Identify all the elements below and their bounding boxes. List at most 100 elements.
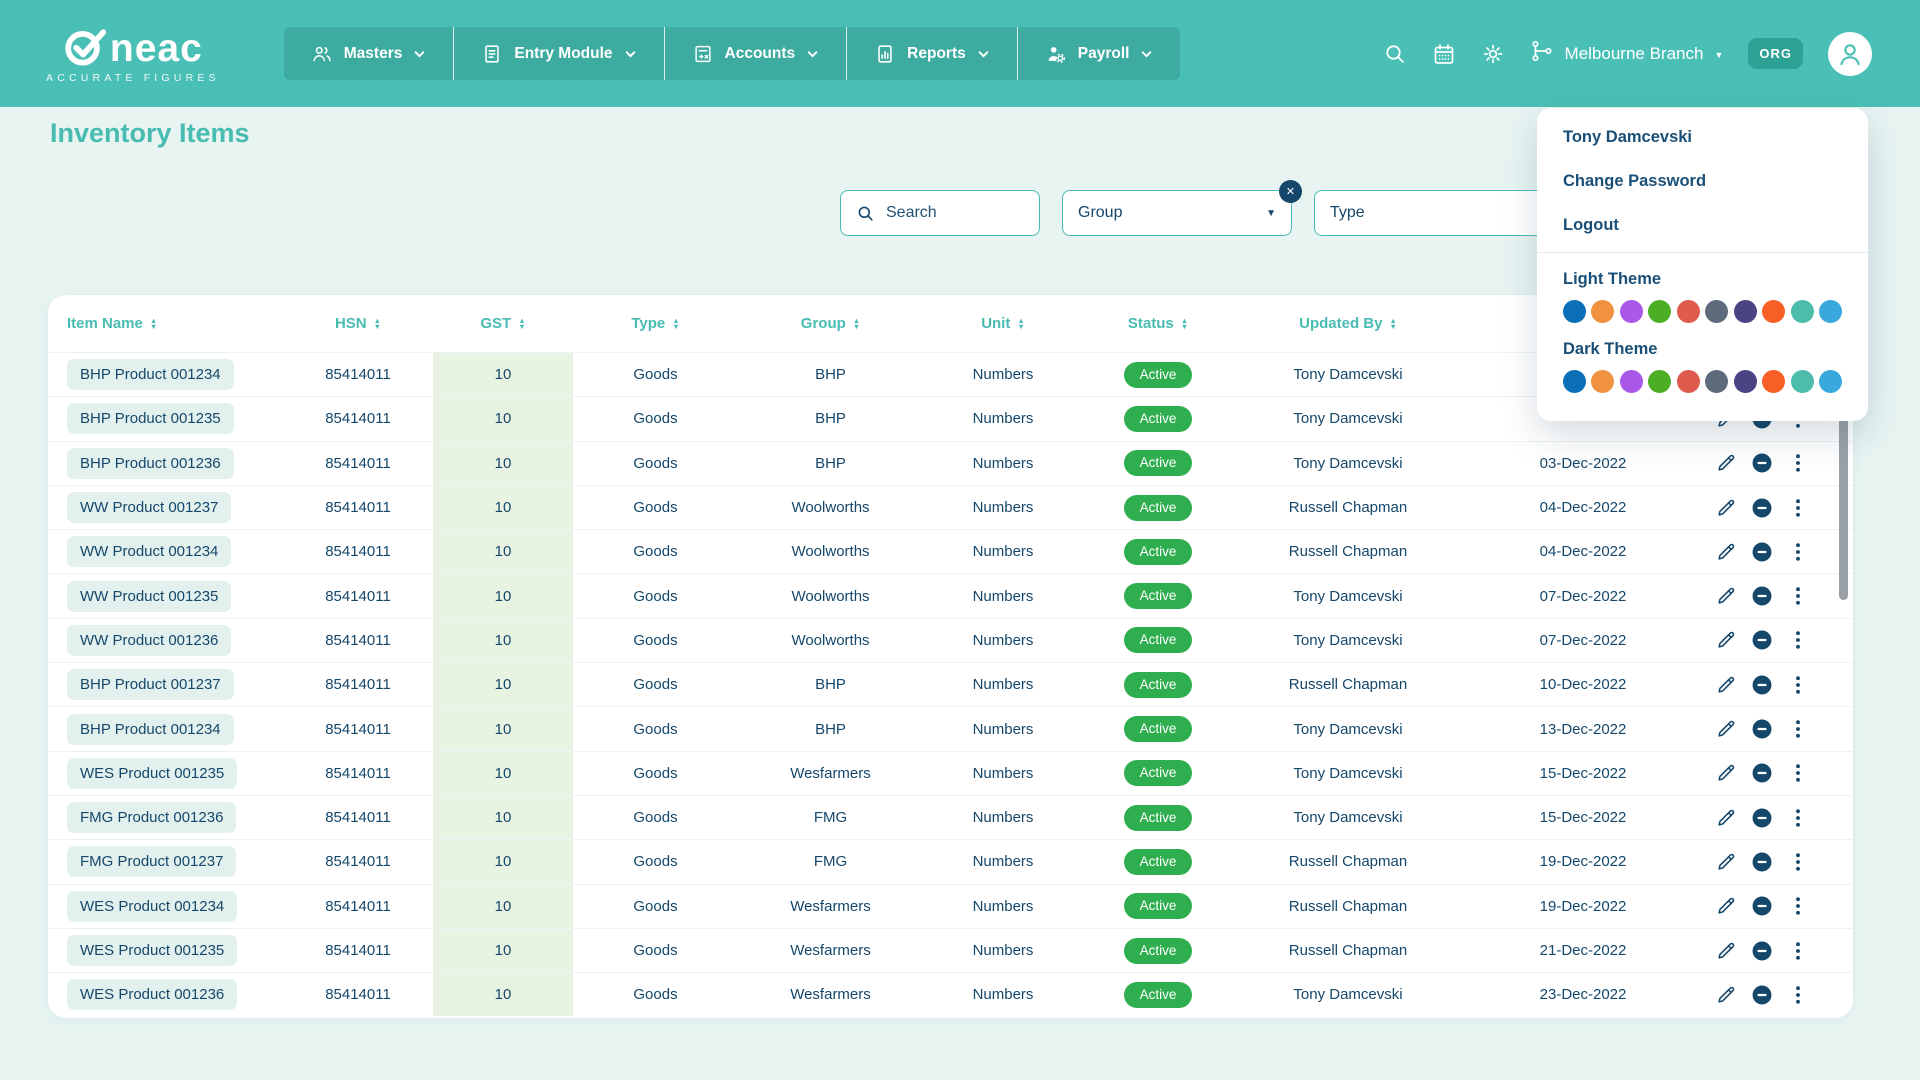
- menu-item-tony-damcevski[interactable]: Tony Damcevski: [1563, 115, 1842, 159]
- column-label: HSN: [335, 315, 367, 332]
- nav-reports[interactable]: Reports: [847, 27, 1018, 80]
- theme-color-swatch[interactable]: [1648, 370, 1671, 393]
- row-menu-button[interactable]: [1787, 674, 1809, 696]
- deactivate-button[interactable]: [1751, 807, 1773, 829]
- theme-color-swatch[interactable]: [1648, 300, 1671, 323]
- table-row: WES Product 0012358541401110GoodsWesfarm…: [48, 751, 1853, 795]
- nav-entry-module[interactable]: Entry Module: [454, 27, 664, 80]
- theme-color-swatch[interactable]: [1705, 300, 1728, 323]
- theme-color-swatch[interactable]: [1791, 300, 1814, 323]
- row-menu-button[interactable]: [1787, 851, 1809, 873]
- row-menu-button[interactable]: [1787, 585, 1809, 607]
- deactivate-button[interactable]: [1751, 585, 1773, 607]
- column-header-updated-by[interactable]: Updated By▲▼: [1233, 295, 1463, 352]
- clear-filter-button[interactable]: ✕: [1279, 180, 1302, 203]
- deactivate-button[interactable]: [1751, 718, 1773, 740]
- row-menu-button[interactable]: [1787, 762, 1809, 784]
- theme-color-swatch[interactable]: [1563, 300, 1586, 323]
- row-actions: [1703, 574, 1853, 617]
- theme-color-swatch[interactable]: [1677, 300, 1700, 323]
- row-menu-button[interactable]: [1787, 718, 1809, 740]
- type-filter-select[interactable]: Type ▼: [1314, 190, 1564, 236]
- theme-color-swatch[interactable]: [1620, 300, 1643, 323]
- row-menu-button[interactable]: [1787, 807, 1809, 829]
- search-icon[interactable]: [1383, 42, 1407, 66]
- row-actions: [1703, 885, 1853, 928]
- theme-swatch-row: [1563, 300, 1842, 323]
- theme-color-swatch[interactable]: [1620, 370, 1643, 393]
- deactivate-button[interactable]: [1751, 497, 1773, 519]
- nav-payroll[interactable]: Payroll: [1018, 27, 1181, 80]
- row-menu-button[interactable]: [1787, 452, 1809, 474]
- edit-button[interactable]: [1715, 674, 1737, 696]
- row-menu-button[interactable]: [1787, 629, 1809, 651]
- edit-button[interactable]: [1715, 807, 1737, 829]
- theme-color-swatch[interactable]: [1762, 300, 1785, 323]
- search-input[interactable]: [886, 204, 1024, 222]
- row-actions: [1703, 530, 1853, 573]
- theme-color-swatch[interactable]: [1591, 300, 1614, 323]
- edit-button[interactable]: [1715, 718, 1737, 740]
- deactivate-button[interactable]: [1751, 895, 1773, 917]
- theme-color-swatch[interactable]: [1734, 370, 1757, 393]
- column-header-item-name[interactable]: Item Name▲▼: [48, 295, 283, 352]
- edit-button[interactable]: [1715, 629, 1737, 651]
- edit-button[interactable]: [1715, 851, 1737, 873]
- column-header-group[interactable]: Group▲▼: [738, 295, 923, 352]
- edit-button[interactable]: [1715, 984, 1737, 1006]
- theme-color-swatch[interactable]: [1705, 370, 1728, 393]
- item-name-pill: WW Product 001235: [67, 581, 231, 612]
- edit-button[interactable]: [1715, 541, 1737, 563]
- column-header-hsn[interactable]: HSN▲▼: [283, 295, 433, 352]
- deactivate-button[interactable]: [1751, 452, 1773, 474]
- row-menu-button[interactable]: [1787, 984, 1809, 1006]
- hsn-cell: 85414011: [283, 752, 433, 795]
- group-filter-select[interactable]: Group ▼ ✕: [1062, 190, 1292, 236]
- org-badge[interactable]: ORG: [1748, 38, 1803, 69]
- theme-color-swatch[interactable]: [1734, 300, 1757, 323]
- edit-button[interactable]: [1715, 497, 1737, 519]
- column-header-unit[interactable]: Unit▲▼: [923, 295, 1083, 352]
- calendar-icon[interactable]: [1432, 42, 1456, 66]
- unit-cell: Numbers: [923, 663, 1083, 706]
- nav-accounts[interactable]: Accounts: [665, 27, 848, 80]
- deactivate-button[interactable]: [1751, 629, 1773, 651]
- row-menu-button[interactable]: [1787, 940, 1809, 962]
- theme-color-swatch[interactable]: [1563, 370, 1586, 393]
- row-menu-button[interactable]: [1787, 895, 1809, 917]
- column-header-status[interactable]: Status▲▼: [1083, 295, 1233, 352]
- deactivate-button[interactable]: [1751, 851, 1773, 873]
- theme-color-swatch[interactable]: [1819, 370, 1842, 393]
- deactivate-button[interactable]: [1751, 940, 1773, 962]
- search-box[interactable]: [840, 190, 1040, 236]
- menu-item-change-password[interactable]: Change Password: [1563, 159, 1842, 203]
- edit-button[interactable]: [1715, 585, 1737, 607]
- theme-color-swatch[interactable]: [1762, 370, 1785, 393]
- theme-color-swatch[interactable]: [1591, 370, 1614, 393]
- gst-cell: 10: [433, 574, 573, 617]
- edit-button[interactable]: [1715, 895, 1737, 917]
- nav-masters[interactable]: Masters: [284, 27, 455, 80]
- group-cell: Wesfarmers: [738, 752, 923, 795]
- column-header-gst[interactable]: GST▲▼: [433, 295, 573, 352]
- deactivate-button[interactable]: [1751, 674, 1773, 696]
- deactivate-button[interactable]: [1751, 541, 1773, 563]
- avatar[interactable]: [1828, 32, 1872, 76]
- row-menu-button[interactable]: [1787, 497, 1809, 519]
- row-menu-button[interactable]: [1787, 541, 1809, 563]
- column-header-type[interactable]: Type▲▼: [573, 295, 738, 352]
- user-menu: Tony DamcevskiChange PasswordLogoutLight…: [1537, 108, 1868, 421]
- deactivate-button[interactable]: [1751, 762, 1773, 784]
- theme-color-swatch[interactable]: [1791, 370, 1814, 393]
- branch-selector[interactable]: Melbourne Branch ▼: [1530, 39, 1724, 68]
- table-row: BHP Product 0012368541401110GoodsBHPNumb…: [48, 441, 1853, 485]
- edit-button[interactable]: [1715, 452, 1737, 474]
- edit-button[interactable]: [1715, 762, 1737, 784]
- edit-button[interactable]: [1715, 940, 1737, 962]
- theme-color-swatch[interactable]: [1677, 370, 1700, 393]
- deactivate-button[interactable]: [1751, 984, 1773, 1006]
- group-cell: BHP: [738, 707, 923, 750]
- theme-color-swatch[interactable]: [1819, 300, 1842, 323]
- menu-item-logout[interactable]: Logout: [1563, 203, 1842, 247]
- gear-icon[interactable]: [1481, 42, 1505, 66]
